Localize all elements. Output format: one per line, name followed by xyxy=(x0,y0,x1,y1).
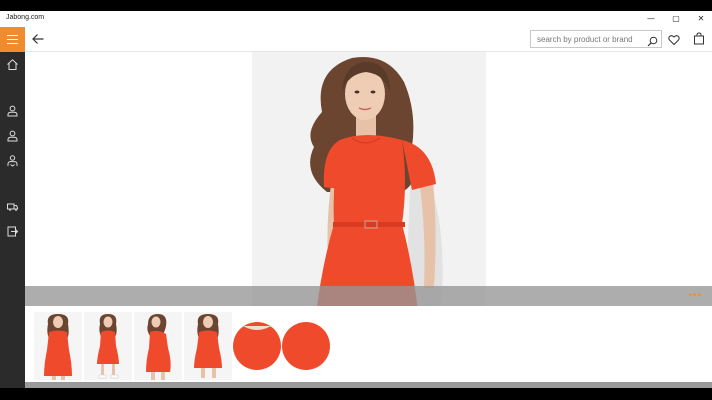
window-titlebar: Jabong.com — ▢ ✕ xyxy=(0,11,712,27)
thumbnail-strip xyxy=(25,306,712,382)
shopping-bag-icon[interactable] xyxy=(693,32,705,45)
account-icon[interactable] xyxy=(6,129,19,142)
thumbnail-4[interactable] xyxy=(184,312,232,380)
maximize-button[interactable]: ▢ xyxy=(669,13,683,25)
close-button[interactable]: ✕ xyxy=(694,13,708,25)
top-border xyxy=(0,0,712,11)
logout-icon[interactable] xyxy=(6,225,19,238)
bottom-border xyxy=(0,388,712,400)
more-options-icon[interactable]: ••• xyxy=(688,291,702,301)
menu-line xyxy=(7,43,18,44)
menu-icon[interactable] xyxy=(0,27,25,52)
home-icon[interactable] xyxy=(6,58,19,71)
search-icon[interactable] xyxy=(647,34,658,47)
menu-line xyxy=(7,39,18,40)
gallery-band: ••• xyxy=(25,286,712,306)
wishlist-user-icon[interactable] xyxy=(6,154,19,167)
minimize-button[interactable]: — xyxy=(644,13,658,25)
thumbnail-3[interactable] xyxy=(134,312,182,380)
app-title: Jabong.com xyxy=(6,14,45,21)
delivery-truck-icon[interactable] xyxy=(6,200,19,213)
heart-icon[interactable] xyxy=(668,33,680,46)
thumbnail-5-fabric-detail[interactable] xyxy=(233,312,281,380)
product-gallery: ••• xyxy=(25,52,712,388)
back-arrow-icon[interactable] xyxy=(31,32,45,46)
search-input[interactable]: search by product or brand xyxy=(537,35,633,44)
app-header: search by product or brand xyxy=(25,27,712,52)
search-box[interactable]: search by product or brand xyxy=(530,30,662,48)
sidebar xyxy=(0,27,25,388)
thumbnail-6-fabric-detail[interactable] xyxy=(282,312,330,380)
user-icon[interactable] xyxy=(6,104,19,117)
thumbnail-1[interactable] xyxy=(34,312,82,380)
thumbnail-2[interactable] xyxy=(84,312,132,380)
menu-line xyxy=(7,35,18,36)
